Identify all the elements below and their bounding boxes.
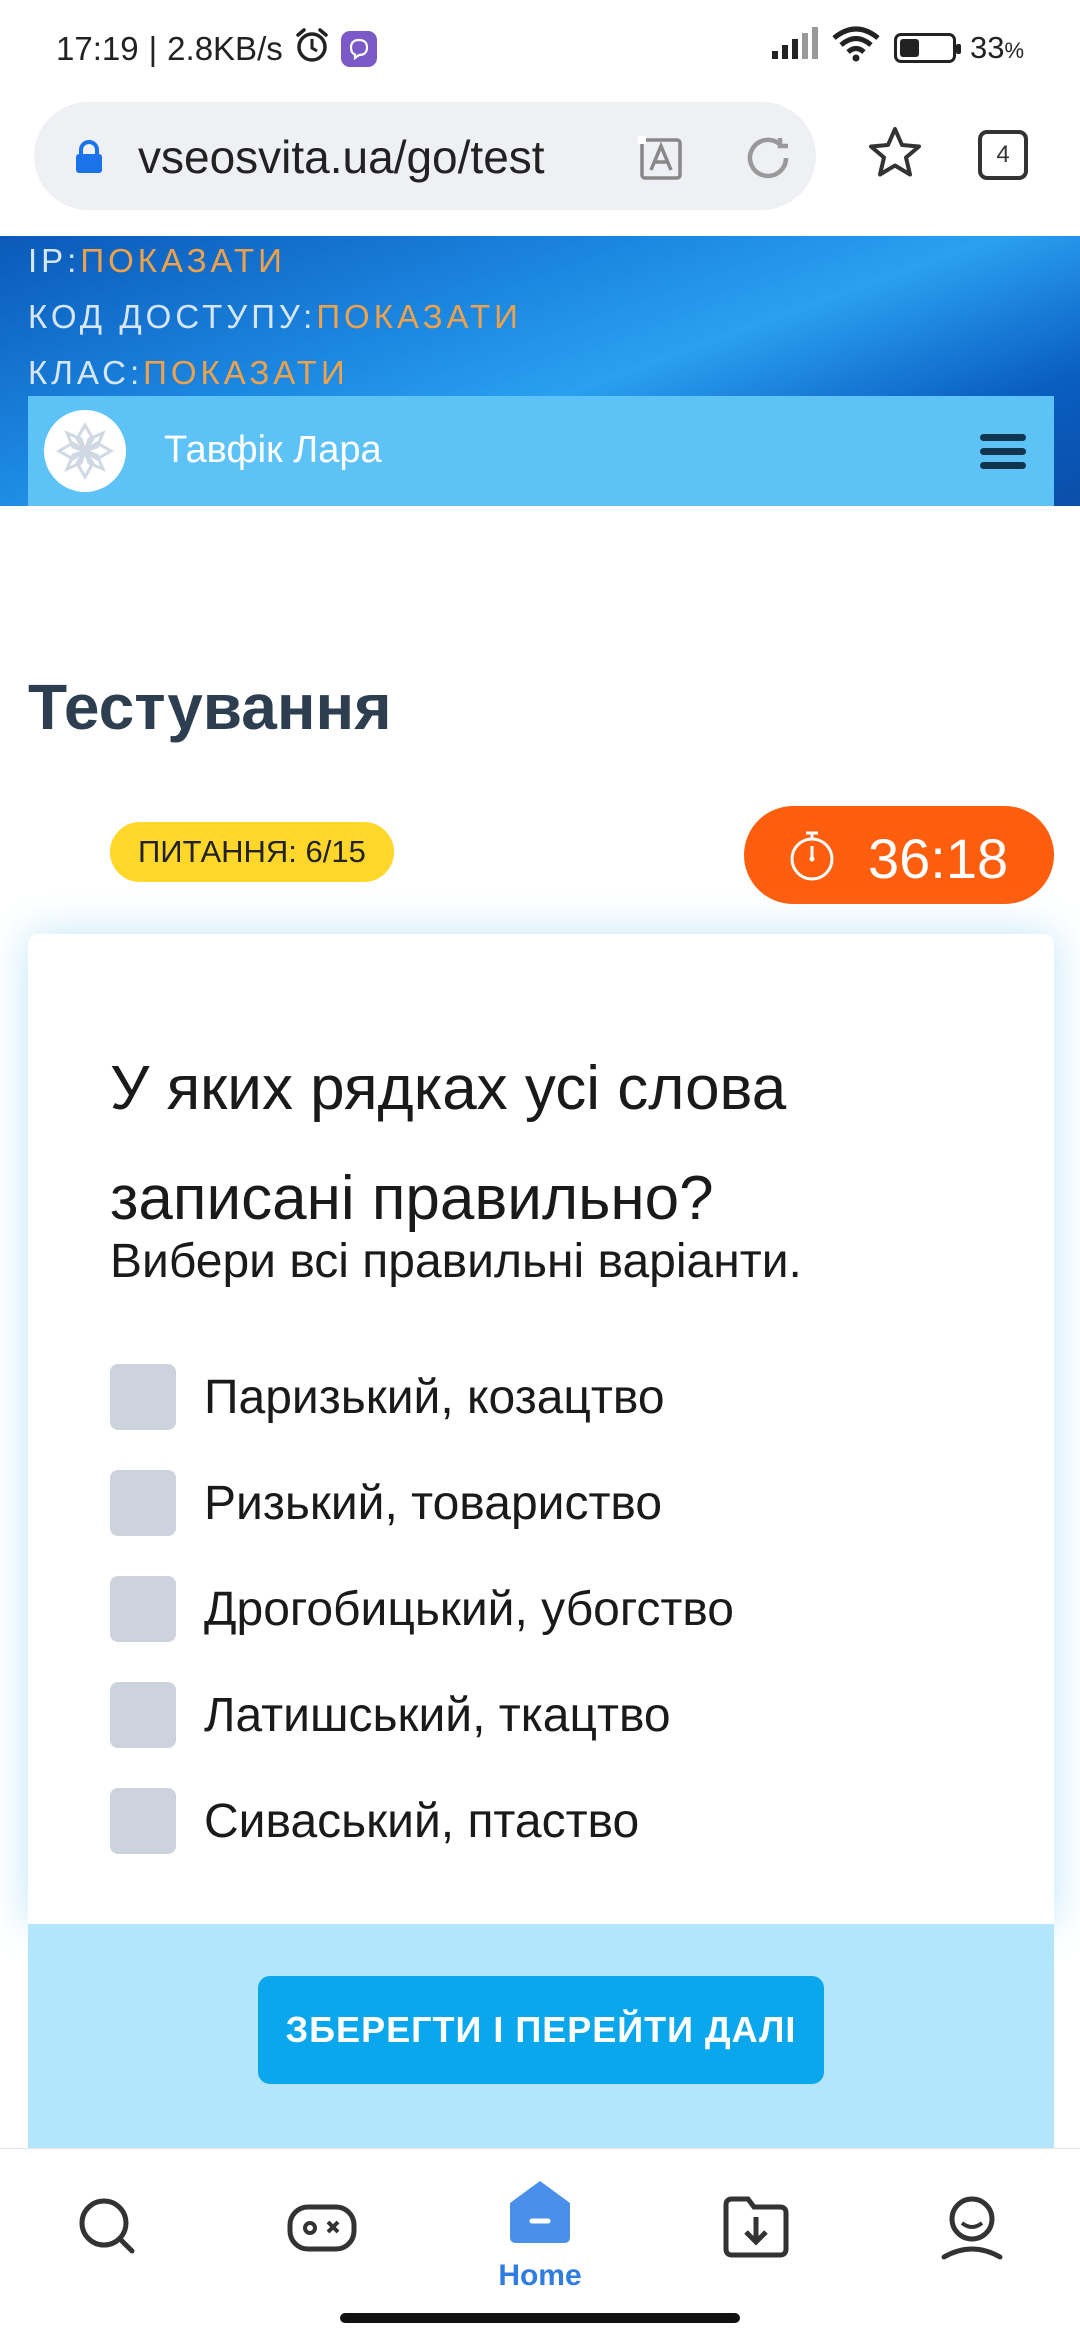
nav-search[interactable] (68, 2187, 148, 2267)
option-2[interactable]: Ризький, товариство (110, 1468, 662, 1538)
submit-panel: ЗБЕРЕГТИ І ПЕРЕЙТИ ДАЛІ (28, 1924, 1054, 2148)
option-label[interactable]: Дрогобицький, убогство (204, 1582, 734, 1637)
hamburger-menu-icon[interactable] (980, 434, 1026, 470)
access-code-label: КОД ДОСТУПУ: (28, 298, 317, 335)
wifi-icon (832, 26, 880, 70)
question-counter-badge: ПИТАННЯ: 6/15 (110, 822, 394, 882)
status-bar: 17:19 | 2.8KB/s 33% (0, 0, 1080, 96)
nav-home[interactable] (500, 2171, 580, 2251)
option-3[interactable]: Дрогобицький, убогство (110, 1574, 734, 1644)
reload-icon[interactable] (740, 130, 796, 186)
battery-level (899, 39, 919, 57)
class-label: КЛАС: (28, 354, 144, 391)
download-icon[interactable] (716, 2187, 796, 2267)
nav-home-label[interactable]: Home (480, 2259, 600, 2293)
bookmark-star-icon[interactable] (866, 124, 924, 182)
save-and-next-button[interactable]: ЗБЕРЕГТИ І ПЕРЕЙТИ ДАЛІ (258, 1976, 824, 2084)
battery-icon (893, 33, 961, 63)
option-4[interactable]: Латишський, ткацтво (110, 1680, 671, 1750)
option-checkbox[interactable] (110, 1470, 176, 1536)
ip-label: IP: (28, 242, 81, 279)
question-card: У яких рядках усі слова записані правиль… (28, 934, 1054, 1924)
status-right: 33% (770, 26, 1024, 70)
option-label[interactable]: Сиваський, птаство (204, 1794, 639, 1849)
nav-profile[interactable] (932, 2187, 1012, 2267)
translate-icon[interactable] (634, 132, 686, 184)
timer-text: 36:18 (868, 827, 1009, 890)
access-code-row: КОД ДОСТУПУ:ПОКАЗАТИ (28, 298, 522, 336)
nav-downloads[interactable] (716, 2187, 796, 2267)
status-left: 17:19 | 2.8KB/s (56, 26, 377, 72)
ip-show-link[interactable]: ПОКАЗАТИ (80, 242, 286, 279)
class-show-link[interactable]: ПОКАЗАТИ (143, 354, 349, 391)
avatar[interactable] (44, 410, 126, 492)
timer-badge: 36:18 (744, 806, 1054, 904)
tabs-count-button[interactable]: 4 (978, 130, 1028, 180)
option-checkbox[interactable] (110, 1576, 176, 1642)
option-checkbox[interactable] (110, 1364, 176, 1430)
stopwatch-icon (784, 828, 840, 884)
lock-icon[interactable] (74, 140, 104, 174)
url-text[interactable]: vseosvita.ua/go/test (138, 130, 545, 184)
alarm-icon (293, 26, 331, 72)
user-name: Тавфік Лара (164, 429, 382, 471)
option-label[interactable]: Латишський, ткацтво (204, 1688, 671, 1743)
network-speed: 2.8KB/s (167, 30, 283, 67)
browser-toolbar: vseosvita.ua/go/test 4 (0, 96, 1080, 236)
option-label[interactable]: Ризький, товариство (204, 1476, 662, 1531)
option-1[interactable]: Паризький, козацтво (110, 1362, 665, 1432)
question-text: У яких рядках усі слова записані правиль… (110, 1054, 787, 1233)
page-title: Тестування (28, 671, 392, 743)
address-bar[interactable]: vseosvita.ua/go/test (34, 102, 816, 210)
ornament-logo-icon (55, 421, 115, 481)
ip-row: IP:ПОКАЗАТИ (28, 242, 286, 280)
access-code-show-link[interactable]: ПОКАЗАТИ (316, 298, 522, 335)
gamepad-icon[interactable] (282, 2187, 362, 2267)
question-hint: Вибери всі правильні варіанти. (110, 1235, 802, 1288)
bottom-navigation: Home (0, 2148, 1080, 2340)
gesture-bar[interactable] (340, 2313, 740, 2323)
status-time: 17:19 (56, 30, 139, 67)
status-separator: | (148, 30, 158, 67)
option-5[interactable]: Сиваський, птаство (110, 1786, 639, 1856)
option-label[interactable]: Паризький, козацтво (204, 1370, 665, 1425)
user-bar: Тавфік Лара (28, 396, 1054, 506)
profile-icon[interactable] (932, 2187, 1012, 2267)
viber-icon (340, 31, 377, 67)
home-icon[interactable] (500, 2171, 580, 2251)
battery-percent: 33% (969, 30, 1024, 65)
nav-games[interactable] (282, 2187, 362, 2267)
site-header: IP:ПОКАЗАТИ КОД ДОСТУПУ:ПОКАЗАТИ КЛАС:ПО… (0, 236, 1080, 506)
option-checkbox[interactable] (110, 1788, 176, 1854)
search-icon[interactable] (68, 2187, 148, 2267)
class-row: КЛАС:ПОКАЗАТИ (28, 354, 349, 392)
option-checkbox[interactable] (110, 1682, 176, 1748)
signal-icon (770, 27, 818, 69)
